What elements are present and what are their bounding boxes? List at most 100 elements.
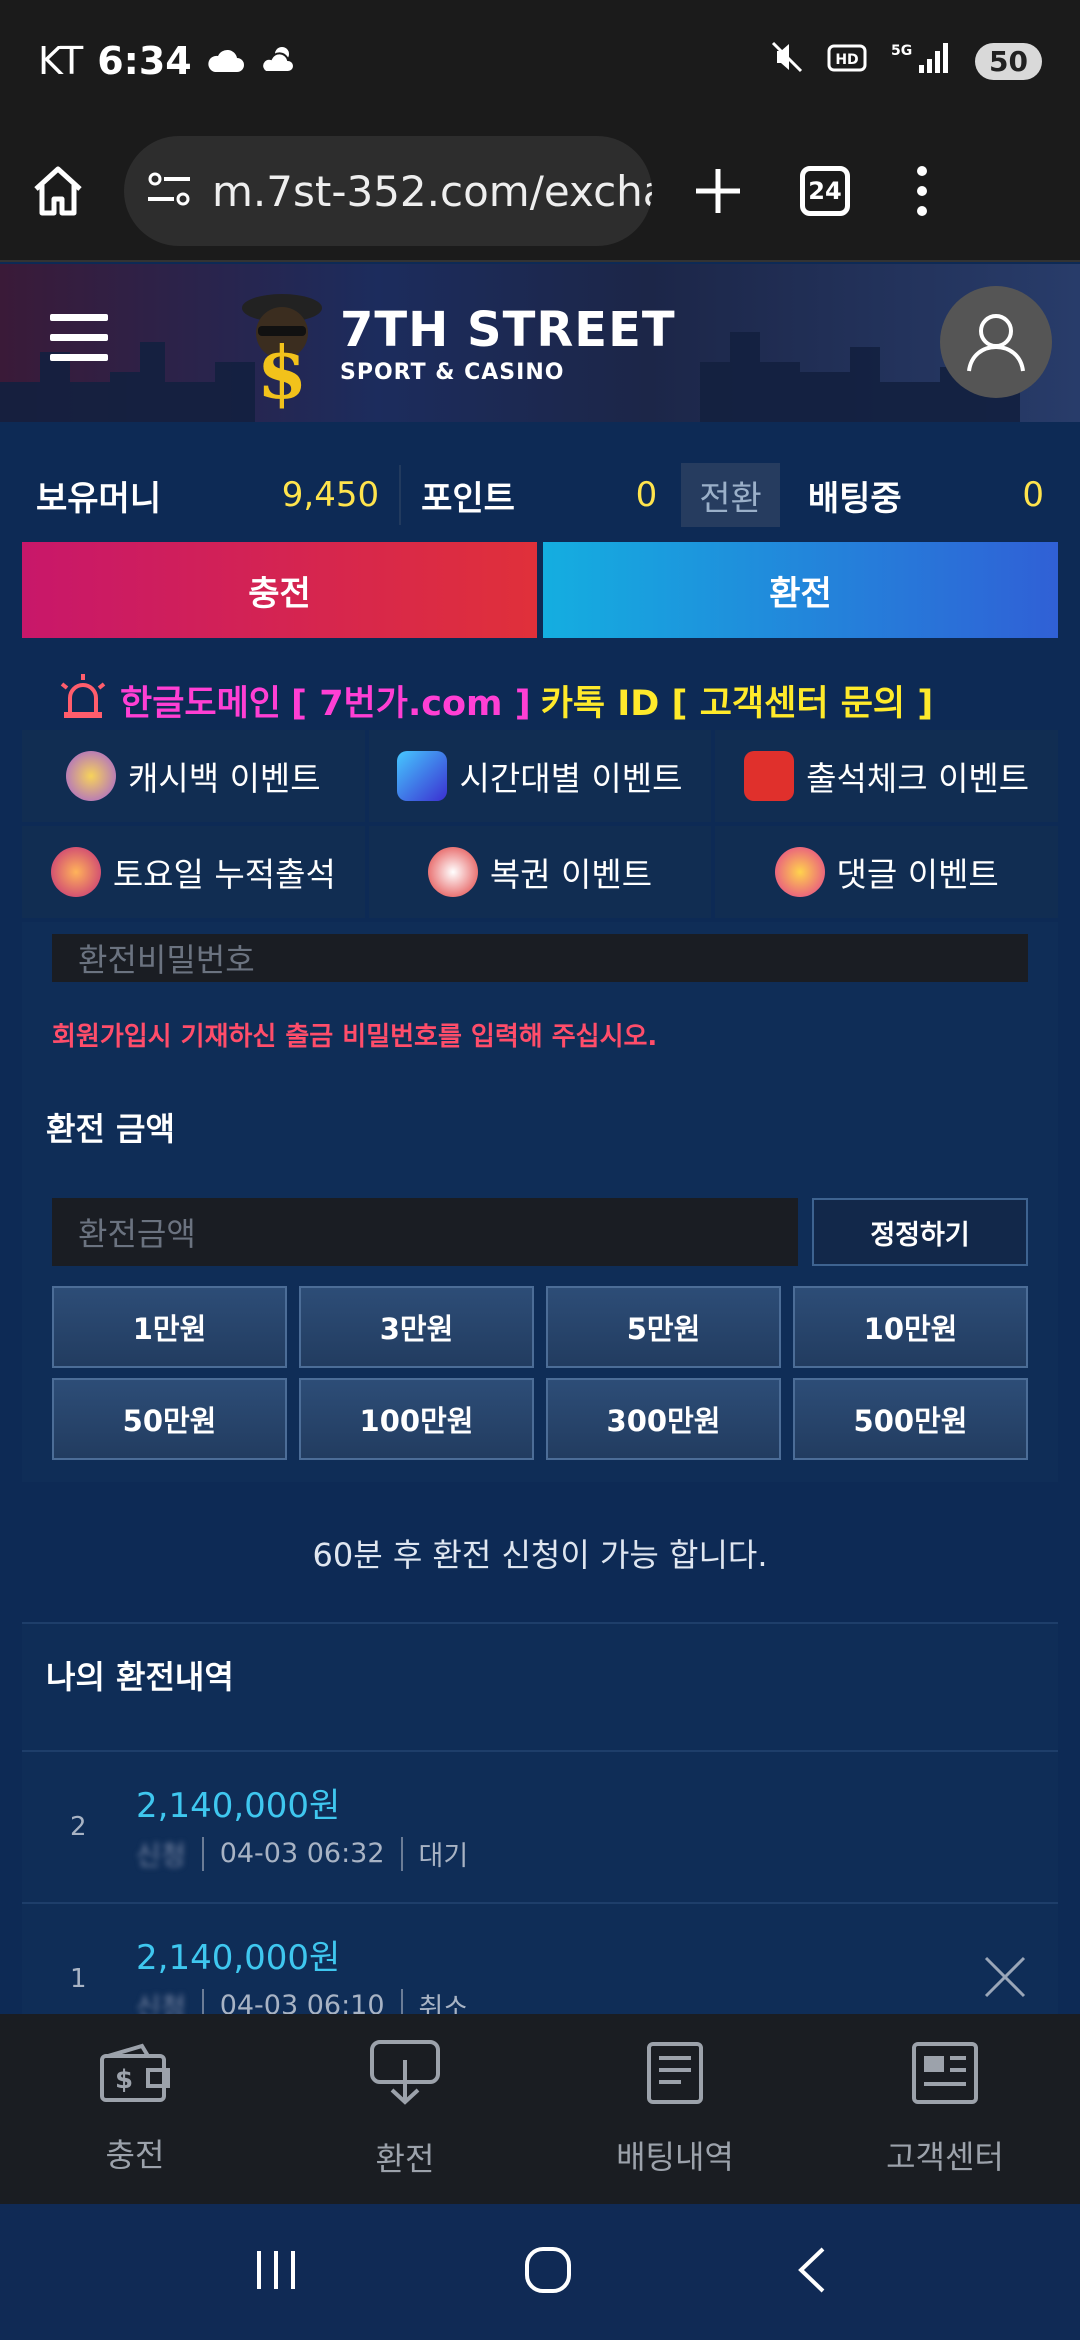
money-value: 9,450 (281, 475, 380, 515)
site-settings-icon[interactable] (146, 169, 192, 213)
system-navigation-bar (0, 2204, 1080, 2340)
notice-kakao: 카톡 ID [ 고객센터 문의 ] (540, 683, 934, 724)
profile-avatar-button[interactable] (940, 286, 1052, 398)
amount-row: 환전금액 정정하기 (52, 1198, 1028, 1266)
row-amount: 2,140,000원 (136, 1938, 341, 1978)
wait-message: 60분 후 환전 신청이 가능 합니다. (312, 1536, 768, 1574)
point-label: 포인트 (421, 478, 515, 519)
event-label: 시간대별 이벤트 (459, 759, 683, 798)
mute-icon (769, 39, 805, 84)
history-title: 나의 환전내역 (46, 1658, 234, 1696)
event-time-based[interactable]: 시간대별 이벤트 (368, 730, 712, 822)
row-datetime: 04-03 06:32 (219, 1838, 385, 1869)
svg-text:5G: 5G (891, 43, 912, 59)
dice-icon (744, 751, 795, 801)
svg-text:HD: HD (835, 52, 858, 68)
charge-button[interactable]: 충전 (22, 542, 537, 638)
menu-hamburger-icon[interactable] (50, 314, 108, 374)
betting-label: 배팅중 (807, 478, 902, 519)
document-icon (645, 2040, 705, 2114)
signal-5g-icon: 5G (889, 39, 953, 84)
correct-amount-button[interactable]: 정정하기 (812, 1198, 1028, 1266)
carrier: KT (38, 39, 84, 83)
more-options-icon[interactable] (914, 165, 930, 217)
cloud-icon (206, 39, 244, 83)
url-text: m.7st-352.com/exchange (212, 166, 652, 216)
amount-preset-grid: 1만원 3만원 5만원 10만원 50만원 100만원 300만원 500만원 (52, 1286, 1028, 1460)
wallet-icon: $ (98, 2042, 172, 2112)
news-icon (910, 2040, 980, 2114)
event-label: 출석체크 이벤트 (806, 759, 1030, 798)
history-row[interactable]: 1 2,140,000원 신청 04-03 06:10 취소 (22, 1902, 1058, 2024)
preset-button[interactable]: 10만원 (793, 1286, 1028, 1368)
new-tab-icon[interactable] (692, 165, 744, 217)
withdraw-password-input[interactable]: 환전비밀번호 (52, 934, 1028, 982)
preset-button[interactable]: 300만원 (546, 1378, 781, 1460)
preset-button[interactable]: 100만원 (299, 1378, 534, 1460)
svg-text:$: $ (115, 2065, 133, 2095)
event-menu-grid: 캐시백 이벤트 시간대별 이벤트 출석체크 이벤트 토요일 누적출석 복권 이벤… (22, 730, 1058, 918)
event-label: 캐시백 이벤트 (128, 759, 321, 798)
hd-icon: HD (827, 39, 867, 83)
row-masked-type: 신청 (136, 1841, 186, 1872)
nav-charge[interactable]: $ 충전 (0, 2014, 270, 2204)
user-icon (967, 314, 1025, 372)
preset-button[interactable]: 50만원 (52, 1378, 287, 1460)
nav-exchange[interactable]: 환전 (270, 2014, 540, 2204)
password-hint: 회원가입시 기재하신 출금 비밀번호를 입력해 주십시오. (52, 1022, 658, 1052)
row-amount: 2,140,000원 (136, 1786, 341, 1826)
preset-button[interactable]: 1만원 (52, 1286, 287, 1368)
event-comment[interactable]: 댓글 이벤트 (715, 826, 1058, 918)
gem-icon (397, 751, 448, 801)
withdraw-icon (368, 2038, 442, 2116)
close-icon[interactable] (980, 1952, 1030, 2002)
preset-button[interactable]: 500만원 (793, 1378, 1028, 1460)
home-nav-icon[interactable] (523, 2245, 573, 2299)
nav-betting-history[interactable]: 배팅내역 (540, 2014, 810, 2204)
nav-customer-center[interactable]: 고객센터 (810, 2014, 1080, 2204)
exchange-button[interactable]: 환전 (543, 542, 1058, 638)
preset-button[interactable]: 5만원 (546, 1286, 781, 1368)
event-saturday-attendance[interactable]: 토요일 누적출석 (22, 826, 365, 918)
bottom-navigation: $ 충전 환전 배팅내역 고객센터 (0, 2014, 1080, 2204)
brand-tagline: SPORT & CASINO (340, 360, 565, 385)
notice-domain: [ 7번가.com ] (291, 683, 531, 724)
brand-name: 7TH STREET (340, 302, 676, 358)
betting-value: 0 (1022, 475, 1044, 515)
row-status: 대기 (418, 1841, 469, 1872)
withdraw-amount-input[interactable]: 환전금액 (52, 1198, 798, 1266)
alarm-light-icon (56, 672, 110, 729)
preset-button[interactable]: 3만원 (299, 1286, 534, 1368)
account-summary: 보유머니 9,450 포인트 0 전환 배팅중 0 (22, 450, 1058, 540)
notice-domain-label: 한글도메인 (120, 683, 282, 724)
tab-count: 24 (800, 166, 850, 216)
status-bar: KT 6:34 HD 5G 50 (0, 0, 1080, 122)
tab-switcher-button[interactable]: 24 (800, 166, 850, 216)
history-row[interactable]: 2 2,140,000원 신청 04-03 06:32 대기 (22, 1750, 1058, 1902)
battery-indicator: 50 (975, 42, 1042, 80)
event-attendance[interactable]: 출석체크 이벤트 (715, 730, 1058, 822)
nav-label: 충전 (105, 2136, 165, 2174)
home-icon[interactable] (30, 163, 86, 219)
address-bar[interactable]: m.7st-352.com/exchange (124, 136, 652, 246)
chip-icon (50, 847, 101, 897)
amount-section-title: 환전 금액 (46, 1110, 175, 1148)
comment-coin-icon (774, 847, 825, 897)
back-icon[interactable] (795, 2245, 829, 2299)
nav-label: 고객센터 (886, 2138, 1004, 2176)
mascot-logo-icon: $ (230, 278, 330, 417)
nav-label: 환전 (375, 2140, 435, 2178)
event-label: 복권 이벤트 (489, 855, 653, 894)
point-switch-button[interactable]: 전환 (681, 463, 780, 527)
event-cashback[interactable]: 캐시백 이벤트 (22, 730, 365, 822)
history-header: 나의 환전내역 (22, 1622, 1058, 1750)
brand-logo: 7TH STREET SPORT & CASINO (340, 302, 676, 385)
money-actions: 충전 환전 (22, 542, 1058, 638)
event-lottery[interactable]: 복권 이벤트 (368, 826, 712, 918)
event-label: 댓글 이벤트 (836, 855, 999, 894)
event-label: 토요일 누적출석 (112, 855, 336, 894)
svg-text:$: $ (257, 330, 307, 413)
clock: 6:34 (97, 39, 192, 83)
money-label: 보유머니 (36, 478, 162, 519)
recent-apps-icon[interactable] (251, 2247, 301, 2297)
